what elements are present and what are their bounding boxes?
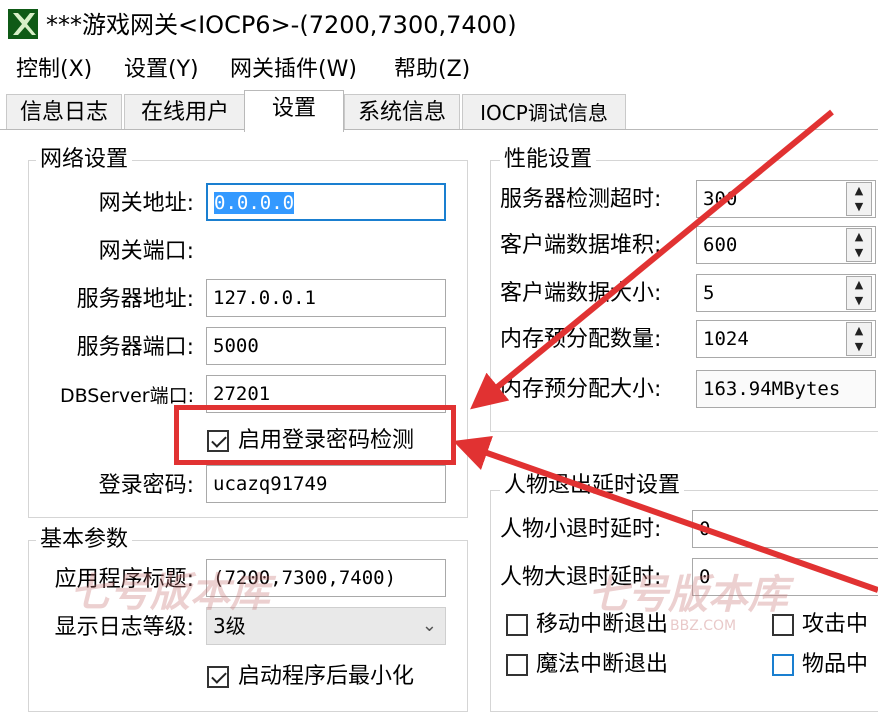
arrow-to-checkbox: [453, 435, 878, 593]
tab-settings[interactable]: 设置: [244, 90, 344, 132]
arrow-to-mem-size: [470, 109, 834, 410]
arrow-annotations: [453, 109, 878, 593]
